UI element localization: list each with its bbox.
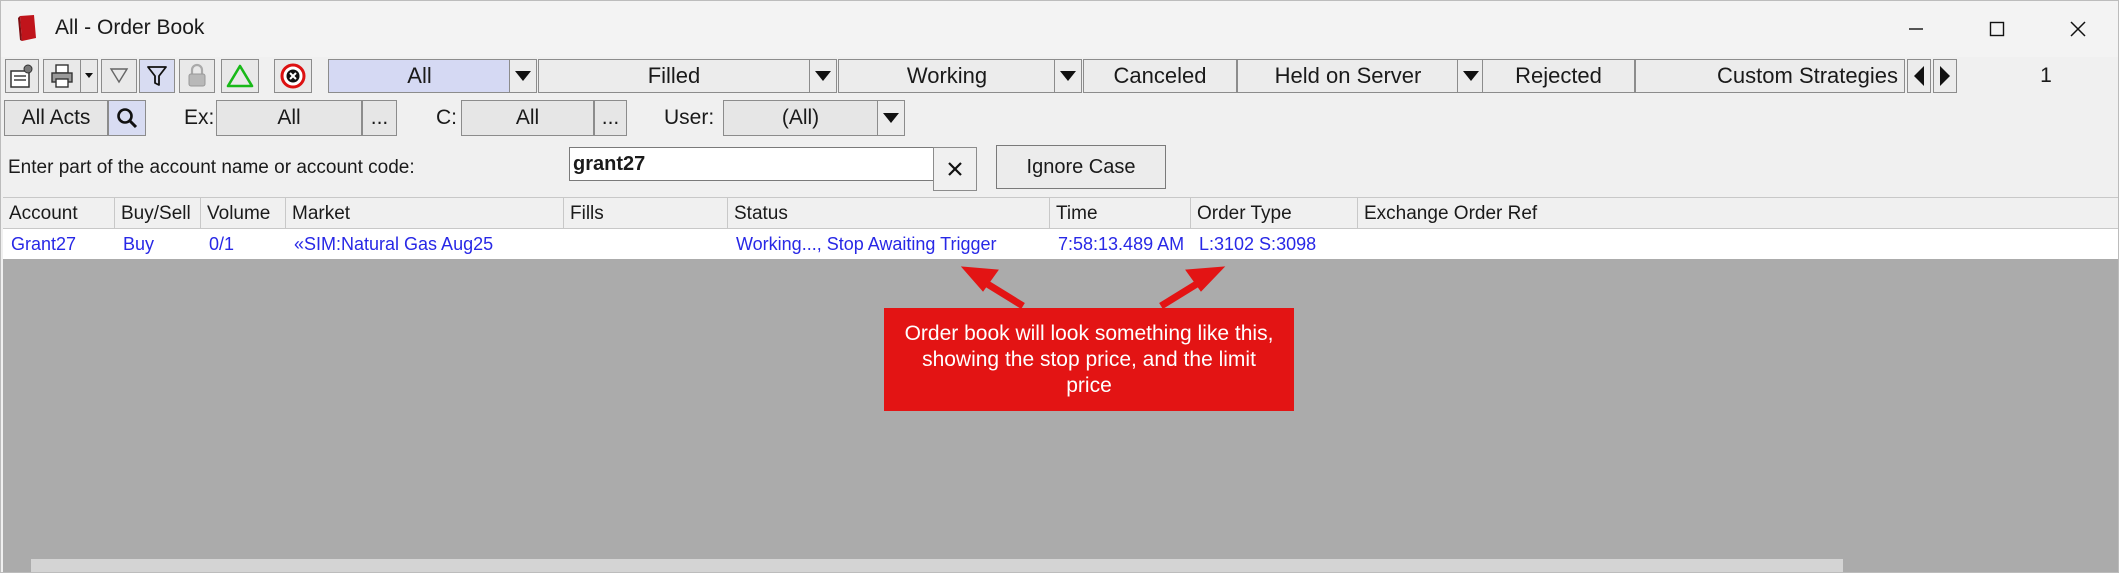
filter-toolbar: All Acts Ex: All ... C: All ... User: (A… (1, 98, 2118, 138)
tab-held-on-server[interactable]: Held on Server (1237, 59, 1459, 93)
tab-canceled[interactable]: Canceled (1083, 59, 1237, 93)
triangle-button[interactable] (221, 59, 259, 93)
clear-search-button[interactable] (933, 147, 977, 191)
properties-icon (10, 64, 33, 88)
tab-working-dropdown[interactable] (1054, 59, 1082, 93)
tab-all[interactable]: All (328, 59, 511, 93)
tab-held-dropdown[interactable] (1457, 59, 1485, 93)
chevron-down-icon (1060, 71, 1076, 81)
cancel-all-icon (280, 63, 306, 89)
exchange-label: Ex: (184, 106, 215, 129)
title-bar: All - Order Book (1, 1, 2118, 57)
chevron-down-icon (515, 71, 531, 81)
print-menu-button[interactable] (80, 59, 98, 93)
cancel-all-button[interactable] (274, 59, 312, 93)
minimize-icon (1909, 28, 1923, 30)
tab-filled[interactable]: Filled (538, 59, 810, 93)
column-header-market[interactable]: Market (286, 198, 564, 229)
account-search-input[interactable] (569, 147, 934, 181)
account-search-hint: Enter part of the account name or accoun… (8, 157, 415, 178)
tab-all-dropdown[interactable] (509, 59, 537, 93)
column-header-fills[interactable]: Fills (564, 198, 728, 229)
user-filter-select[interactable]: (All) (723, 100, 878, 136)
window-title: All - Order Book (55, 16, 205, 39)
maximize-icon (1989, 21, 2005, 37)
column-header-status[interactable]: Status (728, 198, 1050, 229)
contract-browse-button[interactable]: ... (594, 100, 627, 136)
exchange-browse-button[interactable]: ... (362, 100, 397, 136)
cell-volume: 0/1 (209, 234, 235, 254)
close-icon (2070, 21, 2086, 37)
filter-outline-button[interactable] (101, 59, 137, 93)
cell-buy-sell: Buy (123, 234, 155, 254)
filter-icon (147, 66, 167, 86)
account-search-row: Enter part of the account name or accoun… (1, 141, 2118, 193)
lock-icon (188, 63, 206, 87)
order-book-app-icon (18, 15, 36, 41)
grid-header: Account Buy/Sell Volume Market Fills Sta… (3, 197, 2118, 229)
contract-label: C: (436, 106, 457, 129)
cell-account: Grant27 (11, 234, 77, 254)
tab-custom-strategies[interactable]: Custom Strategies (1635, 59, 1905, 93)
chevron-right-icon (1940, 66, 1950, 86)
page-count: 1 (2040, 64, 2052, 87)
column-header-time[interactable]: Time (1050, 198, 1191, 229)
tab-filled-dropdown[interactable] (809, 59, 837, 93)
account-search-button[interactable] (108, 100, 146, 136)
ignore-case-button[interactable]: Ignore Case (996, 145, 1166, 189)
filter-button[interactable] (139, 59, 175, 93)
annotation-callout: Order book will look something like this… (884, 308, 1294, 411)
close-window-button[interactable] (2048, 9, 2108, 49)
cell-exchange-order-ref (1358, 229, 1658, 259)
all-accounts-button[interactable]: All Acts (4, 100, 108, 136)
maximize-button[interactable] (1967, 9, 2027, 49)
print-menu-icon (85, 73, 93, 78)
tabs-scroll-right-button[interactable] (1933, 59, 1957, 93)
chevron-down-icon (815, 71, 831, 81)
user-label: User: (664, 106, 715, 129)
print-button[interactable] (43, 59, 81, 93)
order-book-window: All - Order Book All Filled Working Canc… (0, 0, 2119, 573)
lock-button[interactable] (179, 59, 215, 93)
cell-fills (564, 229, 728, 259)
tabs-scroll-left-button[interactable] (1907, 59, 1931, 93)
exchange-filter-field[interactable]: All (216, 100, 362, 136)
horizontal-scrollbar[interactable] (31, 559, 1843, 572)
column-header-account[interactable]: Account (3, 198, 115, 229)
column-header-volume[interactable]: Volume (201, 198, 286, 229)
tab-working[interactable]: Working (838, 59, 1056, 93)
user-filter-dropdown[interactable] (877, 100, 905, 136)
contract-filter-field[interactable]: All (461, 100, 594, 136)
cell-time: 7:58:13.489 AM (1058, 234, 1185, 254)
print-icon (51, 64, 73, 88)
clear-icon (948, 162, 962, 176)
search-icon (117, 108, 138, 129)
column-header-order-type[interactable]: Order Type (1191, 198, 1358, 229)
tab-rejected[interactable]: Rejected (1482, 59, 1635, 93)
table-row[interactable]: Grant27 Buy 0/1 «SIM:Natural Gas Aug25 W… (3, 229, 2118, 259)
properties-button[interactable] (5, 59, 39, 93)
filter-outline-icon (109, 68, 129, 84)
cell-order-type: L:3102 S:3098 (1199, 234, 1317, 254)
cell-status: Working..., Stop Awaiting Trigger (736, 234, 997, 254)
chevron-down-icon (883, 113, 899, 123)
chevron-down-icon (1463, 71, 1479, 81)
triangle-icon (226, 64, 254, 88)
chevron-left-icon (1914, 66, 1924, 86)
column-header-exchange-order-ref[interactable]: Exchange Order Ref (1358, 198, 2118, 229)
minimize-button[interactable] (1886, 9, 1946, 49)
order-toolbar: All Filled Working Canceled Held on Serv… (1, 58, 2118, 96)
column-header-buy-sell[interactable]: Buy/Sell (115, 198, 201, 229)
cell-market: «SIM:Natural Gas Aug25 (294, 234, 494, 254)
